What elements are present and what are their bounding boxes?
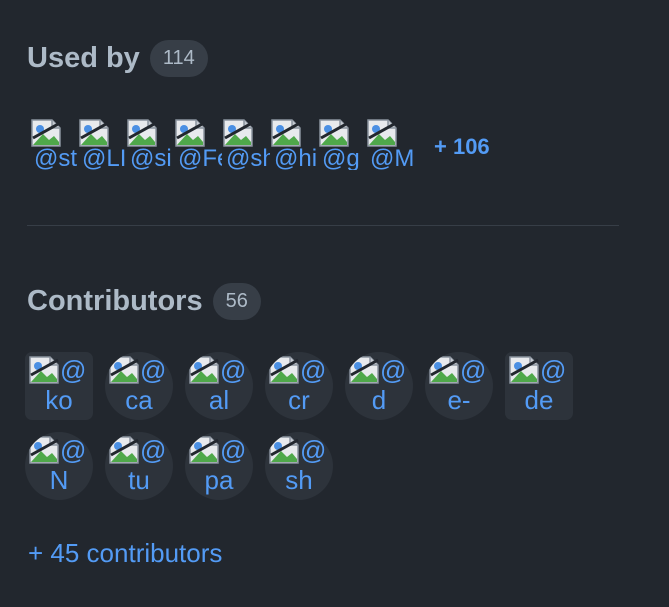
contributors-heading[interactable]: Contributors 56: [27, 283, 261, 320]
contributor-login: d: [371, 385, 387, 415]
contributor-login: ca: [125, 385, 153, 415]
dependent-repo-link[interactable]: @g: [318, 118, 366, 170]
avatar-at-symbol: @: [540, 355, 567, 385]
avatar-at-symbol: @: [140, 435, 167, 465]
contributor-avatar[interactable]: @ ko: [25, 352, 93, 420]
contributors-title[interactable]: Contributors: [27, 285, 203, 318]
contributor-avatar[interactable]: @ de: [505, 352, 573, 420]
avatar-at-symbol: @: [380, 355, 407, 385]
contributor-login: tu: [128, 465, 150, 495]
contributor-avatar[interactable]: @ e-: [425, 352, 493, 420]
used-by-more-link[interactable]: + 106: [434, 134, 490, 160]
avatar-at-symbol: @: [220, 435, 247, 465]
contributor-avatar[interactable]: @ tu: [105, 432, 173, 500]
used-by-heading[interactable]: Used by 114: [27, 40, 208, 77]
dependent-alt-text: @sh: [226, 145, 270, 171]
contributor-login: sh: [285, 465, 313, 495]
contributor-avatar[interactable]: @ pa: [185, 432, 253, 500]
contributor-login: de: [524, 385, 554, 415]
contributor-login: ko: [45, 385, 73, 415]
avatar-at-symbol: @: [300, 355, 327, 385]
contributor-avatar[interactable]: @ sh: [265, 432, 333, 500]
avatar-at-symbol: @: [220, 355, 247, 385]
contributor-login: e-: [447, 385, 471, 415]
used-by-title[interactable]: Used by: [27, 42, 140, 75]
dependent-repo-link[interactable]: @st: [30, 118, 78, 170]
avatar-at-symbol: @: [140, 355, 167, 385]
contributor-login: N: [49, 465, 69, 495]
dependent-repo-link[interactable]: @hi: [270, 118, 318, 170]
section-divider: [27, 225, 619, 226]
dependent-repo-link[interactable]: @LI: [78, 118, 126, 170]
dependent-alt-text: @LI: [82, 145, 126, 171]
avatar-at-symbol: @: [60, 435, 87, 465]
contributor-avatar[interactable]: @ cr: [265, 352, 333, 420]
dependent-alt-text: @M: [370, 145, 414, 171]
dependent-alt-text: @Fe: [178, 145, 222, 171]
used-by-count-badge: 114: [149, 40, 208, 77]
contributor-avatar[interactable]: @ ca: [105, 352, 173, 420]
dependent-repo-link[interactable]: @si: [126, 118, 174, 170]
dependent-alt-text: @si: [130, 145, 172, 171]
dependent-repo-link[interactable]: @M: [366, 118, 414, 170]
contributor-avatar[interactable]: @ d: [345, 352, 413, 420]
dependent-repo-link[interactable]: @sh: [222, 118, 270, 170]
avatar-at-symbol: @: [60, 355, 87, 385]
contributor-avatar[interactable]: @ al: [185, 352, 253, 420]
contributor-login: al: [208, 385, 230, 415]
dependent-alt-text: @st: [34, 145, 78, 171]
contributor-login: pa: [204, 465, 234, 495]
dependent-repo-link[interactable]: @Fe: [174, 118, 222, 170]
contributor-login: cr: [288, 385, 310, 415]
more-contributors-link[interactable]: + 45 contributors: [28, 538, 222, 569]
contributors-count-badge: 56: [212, 283, 261, 320]
dependent-alt-text: @g: [322, 145, 360, 171]
dependent-alt-text: @hi: [274, 145, 318, 171]
avatar-at-symbol: @: [460, 355, 487, 385]
used-by-avatars: @st @LI @si @Fe @sh @hi: [30, 118, 490, 172]
avatar-at-symbol: @: [300, 435, 327, 465]
contributor-avatar[interactable]: @ N: [25, 432, 93, 500]
